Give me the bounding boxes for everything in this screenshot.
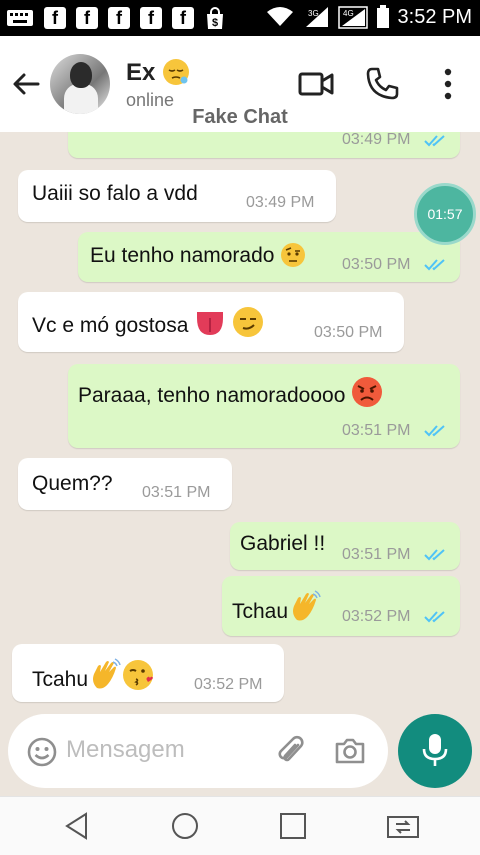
message-text-content: Vc e mó gostosa	[32, 314, 189, 337]
message-time: 03:52 PM	[342, 608, 411, 625]
message-text: Quem??	[32, 472, 113, 495]
message-text-content: Tcahu	[32, 668, 89, 691]
back-nav-icon[interactable]	[62, 811, 92, 841]
facebook-icon: f	[172, 7, 194, 29]
message-bubble-incoming[interactable]: Tcahu 03:52 PM	[12, 644, 284, 702]
chat-header: Ex online Fake Chat	[0, 36, 480, 132]
emoji-icon[interactable]	[26, 736, 58, 768]
message-bubble-outgoing[interactable]: Eu tenho namorado 03:50 PM	[78, 232, 460, 282]
read-ticks-icon	[424, 611, 445, 623]
wifi-icon	[266, 7, 293, 26]
message-text: Vc e mó gostosa	[32, 306, 264, 338]
attach-icon[interactable]	[276, 734, 308, 766]
message-time: 03:51 PM	[142, 484, 211, 501]
read-ticks-icon	[424, 259, 445, 271]
battery-icon	[376, 5, 389, 28]
status-time: 3:52 PM	[397, 5, 472, 28]
message-text: Uaiii so falo a vdd	[32, 182, 198, 205]
read-ticks-icon	[424, 425, 445, 437]
video-call-icon[interactable]	[298, 66, 334, 102]
avatar[interactable]	[50, 54, 110, 114]
recents-nav-icon[interactable]	[278, 811, 308, 841]
message-time: 03:50 PM	[342, 256, 411, 273]
phone-call-icon[interactable]	[364, 66, 400, 102]
message-time: 03:52 PM	[194, 676, 263, 693]
signal-4g-icon: 4G	[337, 6, 368, 29]
message-time: 03:51 PM	[342, 422, 411, 439]
mic-icon	[422, 734, 448, 766]
read-ticks-icon	[424, 135, 445, 147]
message-text-content: Paraaa, tenho namoradoooo	[78, 384, 346, 407]
message-bubble-outgoing[interactable]: Gabriel !! 03:51 PM	[230, 522, 460, 570]
waving-hand-emoji-icon	[293, 590, 321, 621]
message-text: Paraaa, tenho namoradoooo	[78, 376, 383, 408]
waving-hand-emoji-icon	[93, 658, 121, 689]
tongue-emoji-icon	[197, 312, 224, 335]
raised-eyebrow-face-emoji-icon	[281, 243, 306, 267]
read-ticks-icon	[424, 549, 445, 561]
message-bubble-outgoing[interactable]: 03:49 PM	[68, 132, 460, 158]
message-time: 03:50 PM	[314, 324, 383, 341]
message-time: 03:49 PM	[342, 132, 411, 148]
message-input[interactable]: Mensagem	[8, 714, 388, 788]
composer-bar: Mensagem	[0, 714, 480, 796]
contact-name[interactable]: Ex	[126, 58, 190, 87]
message-bubble-outgoing[interactable]: Paraaa, tenho namoradoooo 03:51 PM	[68, 364, 460, 448]
message-input-placeholder: Mensagem	[66, 736, 185, 763]
switch-windows-icon[interactable]	[386, 811, 420, 841]
message-bubble-outgoing[interactable]: Tchau 03:52 PM	[222, 576, 460, 636]
back-arrow-icon[interactable]	[10, 68, 42, 100]
facebook-icon: f	[76, 7, 98, 29]
home-nav-icon[interactable]	[170, 811, 200, 841]
smirking-face-emoji-icon	[233, 307, 264, 337]
app-label: Fake Chat	[192, 106, 288, 128]
network-label-3g: 3G	[308, 9, 319, 18]
svg-text:$: $	[212, 17, 218, 29]
message-bubble-incoming[interactable]: Uaiii so falo a vdd 03:49 PM	[18, 170, 336, 222]
message-time: 03:49 PM	[246, 194, 315, 211]
message-text: Eu tenho namorado	[90, 242, 306, 268]
more-options-icon[interactable]	[430, 66, 466, 102]
camera-icon[interactable]	[334, 736, 366, 766]
facebook-icon: f	[140, 7, 162, 29]
status-bar: f f f f f $ 3G 4G 3:52 PM	[0, 0, 480, 36]
message-text: Tcahu	[32, 658, 156, 692]
network-label-4g: 4G	[343, 9, 354, 18]
mic-button[interactable]	[398, 714, 472, 788]
contact-name-text: Ex	[126, 59, 156, 86]
facebook-icon: f	[44, 7, 66, 29]
system-nav-bar	[0, 796, 480, 855]
facebook-icon: f	[108, 7, 130, 29]
message-time: 03:51 PM	[342, 546, 411, 563]
message-text-content: Tchau	[232, 600, 289, 623]
message-list[interactable]: 03:49 PM Uaiii so falo a vdd 03:49 PM Eu…	[0, 132, 480, 714]
message-text: Tchau	[232, 590, 322, 624]
message-text: Gabriel !!	[240, 532, 326, 555]
message-bubble-incoming[interactable]: Quem?? 03:51 PM	[18, 458, 232, 510]
signal-3g-icon: 3G	[305, 7, 328, 27]
message-bubble-incoming[interactable]: Vc e mó gostosa 03:50 PM	[18, 292, 404, 352]
recording-timer-badge[interactable]: 01:57	[414, 183, 476, 245]
message-text-content: Eu tenho namorado	[90, 244, 275, 267]
shopping-bag-icon: $	[207, 7, 223, 29]
pouting-face-emoji-icon	[352, 377, 383, 407]
notification-icons: f f f f f $	[6, 7, 226, 31]
sleepy-face-emoji-icon	[163, 59, 190, 85]
keyboard-icon	[7, 10, 33, 26]
face-blowing-kiss-emoji-icon	[123, 660, 154, 690]
